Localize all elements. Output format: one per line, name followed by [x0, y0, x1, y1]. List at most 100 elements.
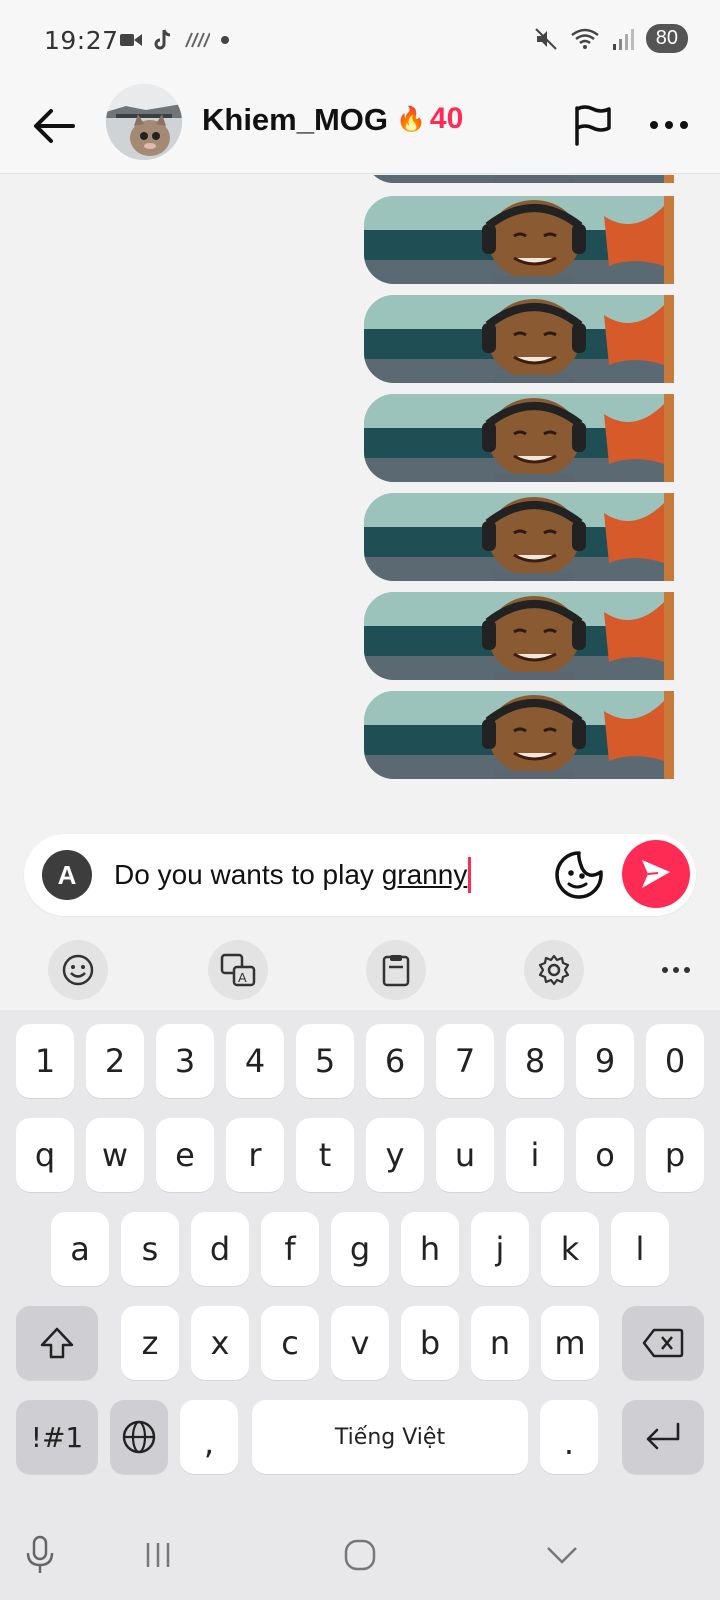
enter-key[interactable] [622, 1400, 704, 1474]
sticker-message[interactable] [364, 175, 674, 183]
video-camera-icon [120, 34, 142, 46]
sticker-image [364, 691, 674, 779]
key-d[interactable]: d [191, 1212, 249, 1286]
flag-icon [575, 105, 611, 146]
chat-messages[interactable] [0, 175, 720, 815]
more-options-button[interactable] [644, 100, 694, 150]
emoji-icon [62, 954, 94, 986]
sticker-image [364, 592, 674, 680]
backspace-key[interactable] [622, 1306, 704, 1380]
sticker-message[interactable] [364, 592, 674, 680]
message-text-composing: granny [381, 859, 468, 890]
key-w[interactable]: w [86, 1118, 144, 1192]
chat-header: Khiem_MOG 🔥 40 [0, 84, 720, 174]
symbols-key[interactable]: !#1 [16, 1400, 98, 1474]
key-c[interactable]: c [261, 1306, 319, 1380]
home-icon [344, 1539, 376, 1571]
key-m[interactable]: m [541, 1306, 599, 1380]
mute-icon [535, 27, 557, 50]
shift-key[interactable] [16, 1306, 98, 1380]
fire-icon: 🔥 [396, 105, 426, 133]
sticker-message[interactable] [364, 196, 674, 284]
key-q[interactable]: q [16, 1118, 74, 1192]
key-6[interactable]: 6 [366, 1024, 424, 1098]
text-cursor [468, 857, 472, 893]
comma-key[interactable]: , [180, 1400, 238, 1474]
key-r[interactable]: r [226, 1118, 284, 1192]
key-v[interactable]: v [331, 1306, 389, 1380]
key-y[interactable]: y [366, 1118, 424, 1192]
key-5[interactable]: 5 [296, 1024, 354, 1098]
key-1[interactable]: 1 [16, 1024, 74, 1098]
hide-keyboard-button[interactable] [532, 1530, 592, 1580]
avatar[interactable] [106, 84, 182, 160]
key-b[interactable]: b [401, 1306, 459, 1380]
key-9[interactable]: 9 [576, 1024, 634, 1098]
sticker-button[interactable] [552, 848, 606, 902]
sticker-image [364, 394, 674, 482]
shift-icon [40, 1327, 74, 1359]
key-e[interactable]: e [156, 1118, 214, 1192]
kb-settings-button[interactable] [524, 940, 584, 1000]
recent-apps-button[interactable] [128, 1530, 188, 1580]
sticker-message[interactable] [364, 691, 674, 779]
space-key[interactable]: Tiếng Việt [252, 1400, 528, 1474]
key-2[interactable]: 2 [86, 1024, 144, 1098]
key-i[interactable]: i [506, 1118, 564, 1192]
keyboard-mode-button[interactable]: A [42, 850, 92, 900]
status-bar: 19:27 80 [0, 0, 720, 84]
key-l[interactable]: l [611, 1212, 669, 1286]
key-n[interactable]: n [471, 1306, 529, 1380]
key-j[interactable]: j [471, 1212, 529, 1286]
report-button[interactable] [568, 100, 618, 150]
sticker-message[interactable] [364, 295, 674, 383]
kb-translate-button[interactable]: A [208, 940, 268, 1000]
key-7[interactable]: 7 [436, 1024, 494, 1098]
back-button[interactable] [30, 102, 78, 150]
message-input[interactable]: Do you wants to play granny [114, 852, 554, 898]
key-g[interactable]: g [331, 1212, 389, 1286]
keyboard-toolbar: A [0, 930, 720, 1010]
key-s[interactable]: s [121, 1212, 179, 1286]
translate-icon: A [220, 953, 256, 987]
sticker-message[interactable] [364, 493, 674, 581]
svg-text:A: A [238, 970, 247, 985]
dot-icon [221, 36, 229, 44]
tiktok-icon [154, 29, 171, 50]
more-icon [662, 967, 690, 973]
key-o[interactable]: o [576, 1118, 634, 1192]
enter-icon [646, 1422, 680, 1450]
key-z[interactable]: z [121, 1306, 179, 1380]
period-key[interactable]: . [540, 1400, 598, 1474]
kb-clipboard-button[interactable] [366, 940, 426, 1000]
sticker-message[interactable] [364, 394, 674, 482]
settings-icon [538, 954, 570, 986]
key-4[interactable]: 4 [226, 1024, 284, 1098]
home-button[interactable] [330, 1530, 390, 1580]
system-navigation-bar [0, 1510, 720, 1600]
key-3[interactable]: 3 [156, 1024, 214, 1098]
status-right-icons: 80 [534, 24, 688, 53]
key-k[interactable]: k [541, 1212, 599, 1286]
recent-apps-icon [146, 1543, 170, 1567]
key-p[interactable]: p [646, 1118, 704, 1192]
key-8[interactable]: 8 [506, 1024, 564, 1098]
streak-badge: 🔥 40 [396, 102, 463, 136]
chat-username[interactable]: Khiem_MOG [202, 102, 388, 138]
key-a[interactable]: a [51, 1212, 109, 1286]
key-u[interactable]: u [436, 1118, 494, 1192]
key-t[interactable]: t [296, 1118, 354, 1192]
kb-more-button[interactable] [646, 940, 706, 1000]
voice-input-button[interactable] [10, 1530, 70, 1580]
clipboard-icon [382, 955, 410, 987]
language-key[interactable] [110, 1400, 168, 1474]
chevron-down-icon [547, 1547, 577, 1564]
kb-emoji-button[interactable] [48, 940, 108, 1000]
key-h[interactable]: h [401, 1212, 459, 1286]
key-x[interactable]: x [191, 1306, 249, 1380]
send-button[interactable] [622, 840, 690, 908]
wifi-icon [570, 28, 599, 49]
key-0[interactable]: 0 [646, 1024, 704, 1098]
key-f[interactable]: f [261, 1212, 319, 1286]
data-activity-icon [185, 32, 210, 48]
